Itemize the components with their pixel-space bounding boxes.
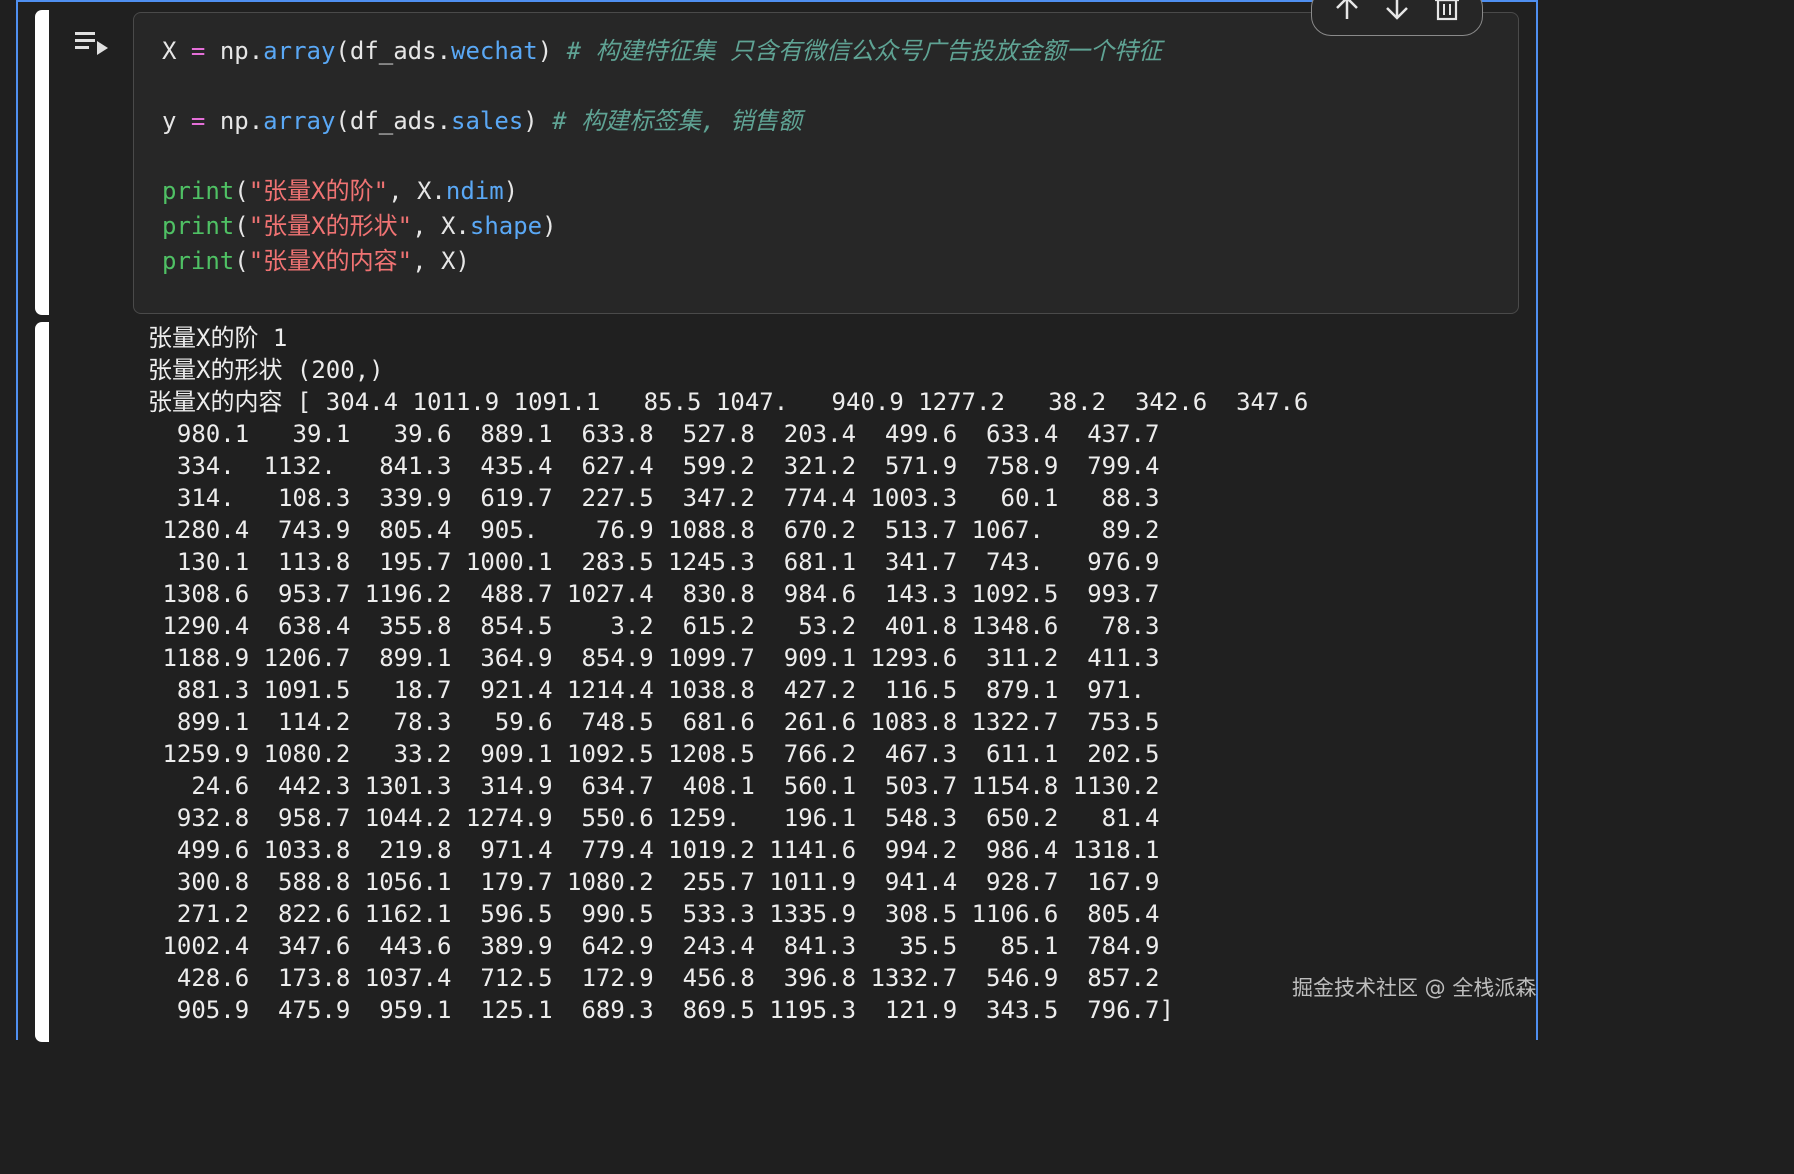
output-array-row: 932.8 958.7 1044.2 1274.9 550.6 1259. 19… bbox=[148, 804, 1160, 832]
move-down-button[interactable] bbox=[1382, 0, 1412, 21]
output-array-row: 1308.6 953.7 1196.2 488.7 1027.4 830.8 9… bbox=[148, 580, 1160, 608]
watermark: 掘金技术社区 @ 全栈派森 bbox=[1292, 976, 1537, 1000]
output-array-row: 499.6 1033.8 219.8 971.4 779.4 1019.2 11… bbox=[148, 836, 1160, 864]
output-content-header: 张量X的内容 [ 304.4 1011.9 1091.1 85.5 1047. … bbox=[148, 388, 1309, 416]
output-array-row: 899.1 114.2 78.3 59.6 748.5 681.6 261.6 … bbox=[148, 708, 1160, 736]
code-line-print-shape[interactable]: print("张量X的形状", X.shape) bbox=[162, 211, 557, 241]
output-array-rows: 980.1 39.1 39.6 889.1 633.8 527.8 203.4 … bbox=[148, 418, 1468, 1026]
move-up-button[interactable] bbox=[1332, 0, 1362, 21]
output-array-row: 1188.9 1206.7 899.1 364.9 854.9 1099.7 9… bbox=[148, 644, 1160, 672]
output-array-row: 881.3 1091.5 18.7 921.4 1214.4 1038.8 42… bbox=[148, 676, 1145, 704]
trash-icon bbox=[1435, 0, 1459, 21]
output-array-row: 1280.4 743.9 805.4 905. 76.9 1088.8 670.… bbox=[148, 516, 1160, 544]
arrow-down-icon bbox=[1386, 0, 1408, 20]
cell-focus-bar-input bbox=[35, 10, 49, 315]
output-array-row: 334. 1132. 841.3 435.4 627.4 599.2 321.2… bbox=[148, 452, 1160, 480]
code-line-x[interactable]: X = np.array(df_ads.wechat) # 构建特征集 只含有微… bbox=[162, 36, 1162, 66]
output-array-row: 271.2 822.6 1162.1 596.5 990.5 533.3 133… bbox=[148, 900, 1160, 928]
output-array-row: 905.9 475.9 959.1 125.1 689.3 869.5 1195… bbox=[148, 996, 1174, 1024]
output-array-row: 1259.9 1080.2 33.2 909.1 1092.5 1208.5 7… bbox=[148, 740, 1160, 768]
code-line-print-ndim[interactable]: print("张量X的阶", X.ndim) bbox=[162, 176, 518, 206]
arrow-up-icon bbox=[1336, 0, 1358, 19]
code-line-y[interactable]: y = np.array(df_ads.sales) # 构建标签集, 销售额 bbox=[162, 106, 802, 136]
output-array-row: 314. 108.3 339.9 619.7 227.5 347.2 774.4… bbox=[148, 484, 1160, 512]
cell-output: 张量X的阶 1 张量X的形状 (200,) 张量X的内容 [ 304.4 101… bbox=[148, 322, 1468, 1026]
delete-cell-button[interactable] bbox=[1432, 0, 1462, 21]
output-shape: 张量X的形状 (200,) bbox=[148, 356, 384, 384]
code-comment: # 构建标签集, 销售额 bbox=[552, 107, 802, 135]
code-comment: # 构建特征集 只含有微信公众号广告投放金额一个特征 bbox=[566, 37, 1162, 65]
output-array-row: 130.1 113.8 195.7 1000.1 283.5 1245.3 68… bbox=[148, 548, 1160, 576]
code-line-print-content[interactable]: print("张量X的内容", X) bbox=[162, 246, 470, 276]
output-array-row: 300.8 588.8 1056.1 179.7 1080.2 255.7 10… bbox=[148, 868, 1160, 896]
cell-focus-bar-output bbox=[35, 322, 49, 1042]
output-array-row: 980.1 39.1 39.6 889.1 633.8 527.8 203.4 … bbox=[148, 420, 1160, 448]
cell-toolbar bbox=[1311, 0, 1483, 36]
output-array-row: 1002.4 347.6 443.6 389.9 642.9 243.4 841… bbox=[148, 932, 1160, 960]
output-array-row: 1290.4 638.4 355.8 854.5 3.2 615.2 53.2 … bbox=[148, 612, 1160, 640]
output-array-row: 428.6 173.8 1037.4 712.5 172.9 456.8 396… bbox=[148, 964, 1160, 992]
run-cell-icon[interactable] bbox=[72, 28, 112, 60]
output-ndim: 张量X的阶 1 bbox=[148, 324, 288, 352]
output-array-row: 24.6 442.3 1301.3 314.9 634.7 408.1 560.… bbox=[148, 772, 1160, 800]
